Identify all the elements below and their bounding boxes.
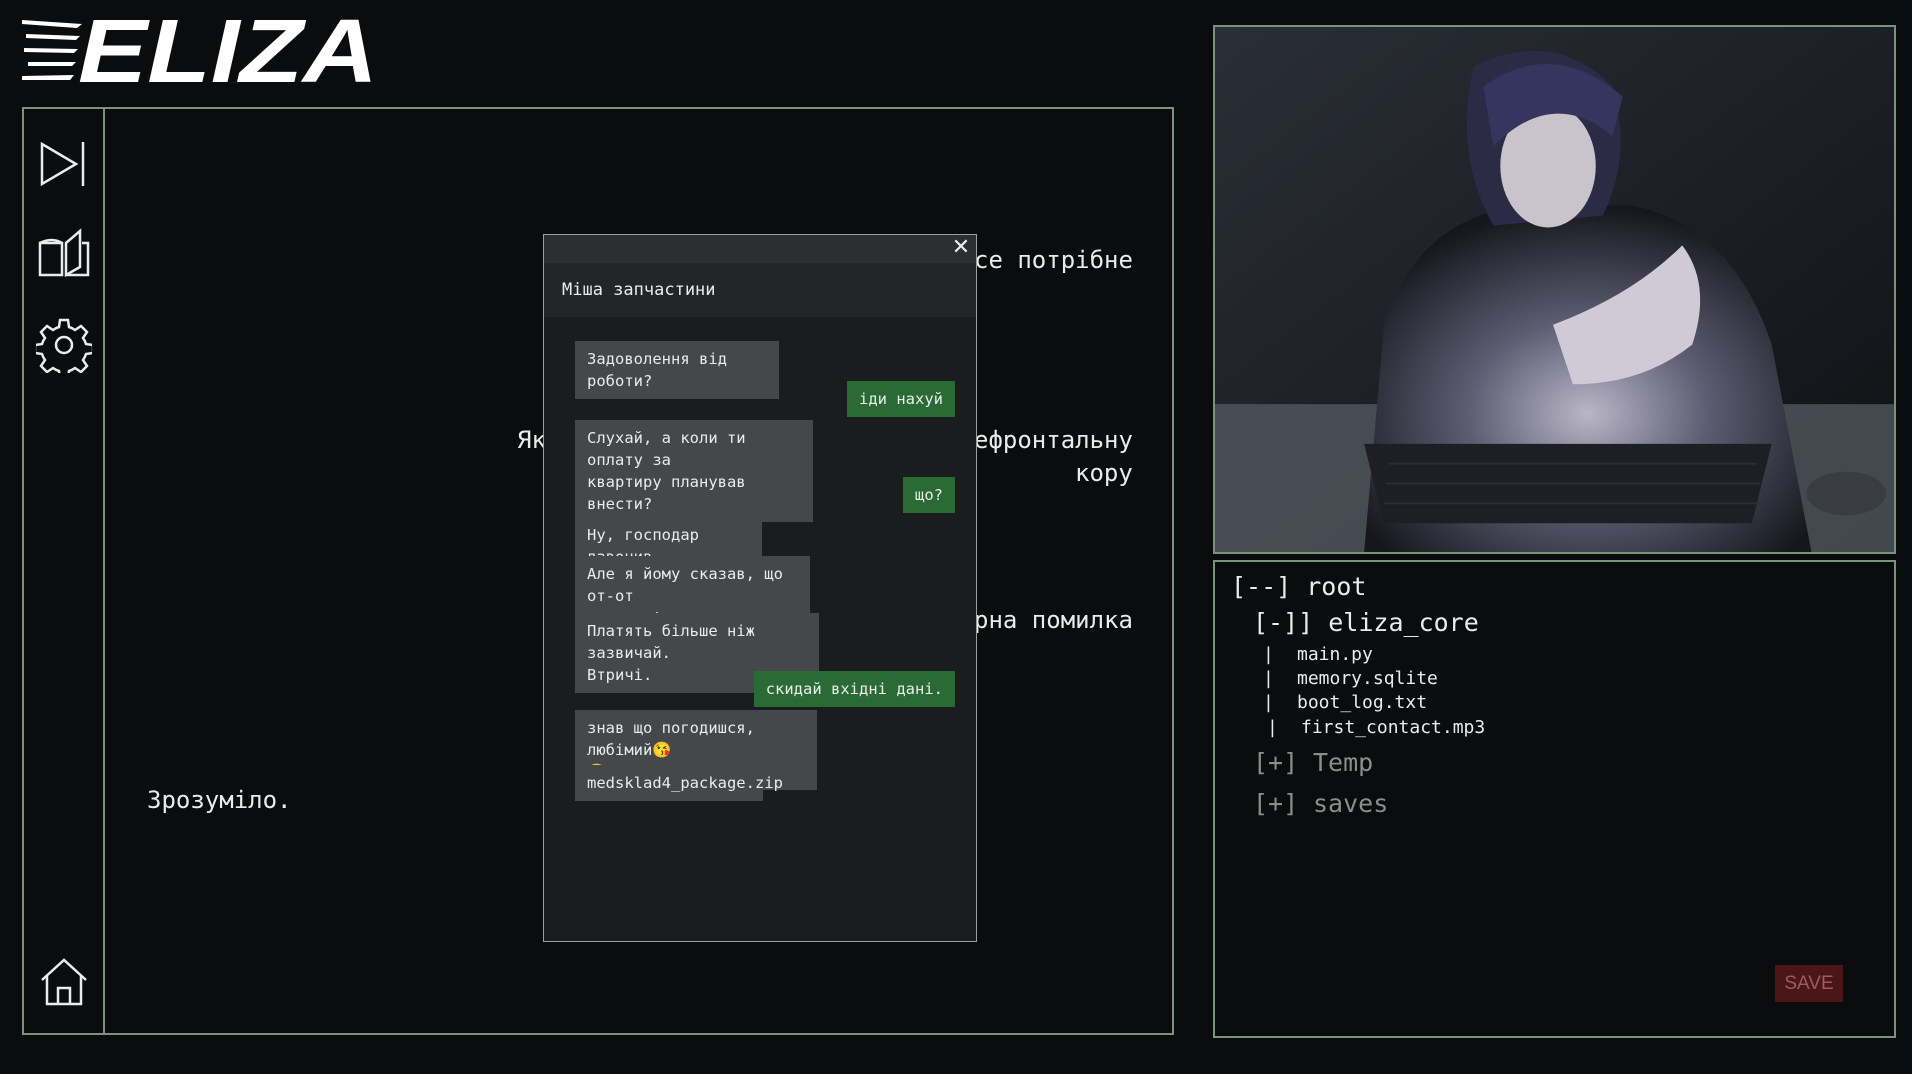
logo-text: ELIZA [78,14,378,86]
file-explorer: [--] root [-]] eliza_core | main.py | me… [1213,560,1896,1038]
story-line-1: се потрібне [974,246,1133,274]
character-portrait [1213,25,1896,554]
story-line-4: Зрозуміло. [147,786,292,814]
tree-file-name[interactable]: memory.sqlite [1297,668,1438,689]
folder-name[interactable]: saves [1313,789,1388,818]
skip-forward-icon[interactable] [36,136,92,192]
phone-chat-window: ✕ Міша запчастини Задоволення від роботи… [543,234,977,942]
tree-branch: | [1263,644,1274,665]
home-icon[interactable] [36,954,92,1010]
eliza-logo: ELIZA [22,2,382,102]
folder-toggle[interactable]: [+] [1253,748,1298,777]
tree-branch: | [1263,668,1274,689]
chat-contact-name: Міша запчастини [544,263,976,317]
close-icon[interactable]: ✕ [950,237,972,259]
save-button[interactable]: SAVE [1775,965,1843,1002]
chat-message-incoming[interactable]: medsklad4_package.zip [575,765,783,801]
story-line-2-start: Як [517,426,546,454]
chat-message-incoming: Задоволення від роботи? [575,341,779,399]
tree-branch: | [1263,692,1274,713]
chat-message-incoming: Слухай, а коли ти оплату за квартиру пла… [575,420,813,522]
gear-icon[interactable] [33,317,95,380]
phone-title-bar: ✕ [544,235,976,263]
tree-file-name[interactable]: boot_log.txt [1297,692,1427,713]
tree-root[interactable]: [--] root [1231,572,1366,601]
folder-name[interactable]: Temp [1313,748,1373,777]
sidebar [24,109,105,1033]
chat-message-outgoing: що? [903,477,955,513]
folder-toggle[interactable]: [+] [1253,789,1298,818]
tree-branch: | [1267,717,1278,738]
chat-message-outgoing: іди нахуй [847,381,955,417]
chat-message-outgoing: скидай вхідні дані. [753,671,955,707]
tree-file-name[interactable]: first_contact.mp3 [1301,717,1485,738]
chat-messages: Задоволення від роботи? іди нахуй Слухай, … [544,317,976,937]
book-icon[interactable] [36,227,92,283]
story-line-2-cont: кору [1075,459,1133,487]
tree-file-name[interactable]: main.py [1297,644,1373,665]
story-line-2-end: ефронтальну [974,426,1133,454]
tree-folder-eliza-core[interactable]: [-]] eliza_core [1253,608,1479,637]
story-line-3: рна помилка [974,606,1133,634]
